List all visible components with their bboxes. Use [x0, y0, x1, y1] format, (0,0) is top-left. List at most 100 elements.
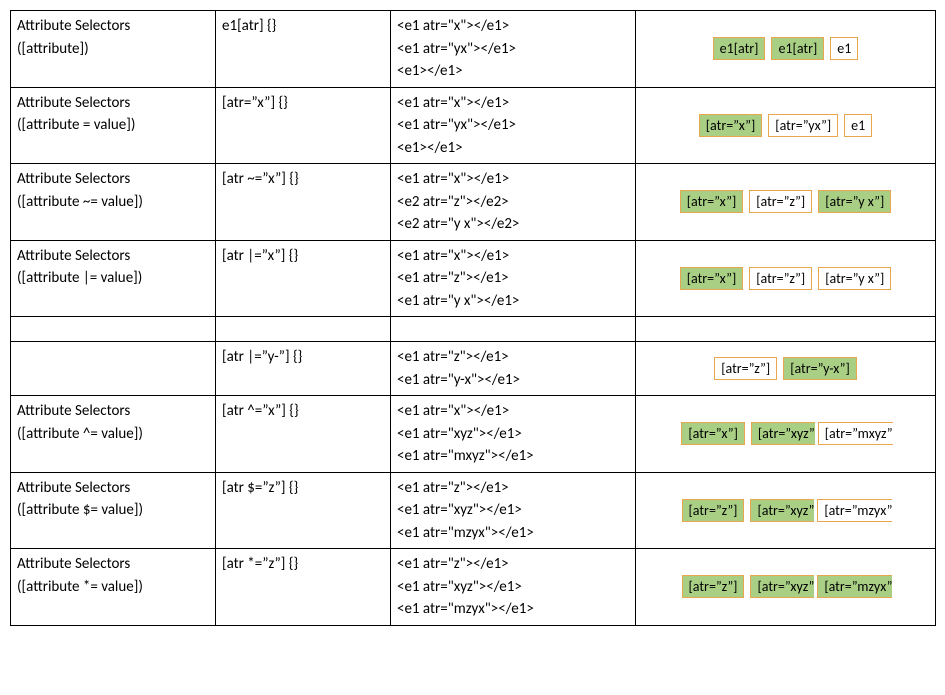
- result-cell: [atr=”x”][atr=”z”] [atr=”y x”]: [636, 164, 936, 241]
- selector-name-line2: ([attribute ^= value]): [17, 423, 209, 446]
- result-chip-match: [atr=”y x”]: [818, 190, 891, 213]
- selector-syntax: [atr |=”x”] {}: [222, 245, 384, 268]
- selector-syntax: [atr *=”z”] {}: [222, 553, 384, 576]
- selector-syntax-cell: [atr |=”x”] {}: [216, 240, 391, 317]
- html-line: <e1 atr="yx"></e1>: [397, 114, 629, 137]
- result-chip-match: [atr=”x”]: [681, 422, 745, 445]
- html-line: <e1 atr="xyz"></e1>: [397, 576, 629, 599]
- spacer-row: [11, 317, 936, 342]
- html-line: <e1 atr="y x"></e1>: [397, 290, 629, 313]
- html-line: <e1 atr="y-x"></e1>: [397, 369, 629, 392]
- result-chip-match: [atr=”xyz”: [750, 499, 814, 522]
- html-line: <e1 atr="z"></e1>: [397, 477, 629, 500]
- result-chip-nomatch: e1: [844, 114, 872, 137]
- result-chip-nomatch: [atr=”mzyx”: [817, 499, 892, 522]
- selector-syntax-cell: [atr $=”z”] {}: [216, 472, 391, 549]
- table-row: Attribute Selectors([attribute |= value]…: [11, 240, 936, 317]
- result-chip-nomatch: [atr=”z”]: [749, 267, 812, 290]
- selectors-table: Attribute Selectors([attribute]) e1[atr] …: [10, 10, 936, 626]
- selector-syntax-cell: [atr *=”z”] {}: [216, 549, 391, 626]
- html-line: <e1 atr="z"></e1>: [397, 267, 629, 290]
- result-cell: [atr=”x”][atr=”z”][atr=”y x”]: [636, 240, 936, 317]
- html-example-cell: <e1 atr="z"></e1><e1 atr="xyz"></e1><e1 …: [391, 472, 636, 549]
- html-line: <e1 atr="xyz"></e1>: [397, 499, 629, 522]
- selector-syntax: [atr |=”y-”] {}: [222, 346, 384, 369]
- result-chip-nomatch: [atr=”mxyz”: [818, 422, 893, 445]
- html-line: <e1 atr="x"></e1>: [397, 168, 629, 191]
- result-chip-match: [atr=”x”]: [699, 114, 763, 137]
- html-line: <e1 atr="x"></e1>: [397, 245, 629, 268]
- selector-name-line2: ([attribute |= value]): [17, 267, 209, 290]
- table-row: Attribute Selectors([attribute *= value]…: [11, 549, 936, 626]
- table-row: Attribute Selectors([attribute ^= value]…: [11, 396, 936, 473]
- selector-syntax-cell: [atr |=”y-”] {}: [216, 342, 391, 396]
- html-example-cell: <e1 atr="x"></e1><e2 atr="z"></e2><e2 at…: [391, 164, 636, 241]
- table-row: Attribute Selectors([attribute ~= value]…: [11, 164, 936, 241]
- table-row: [atr |=”y-”] {} <e1 atr="z"></e1><e1 atr=…: [11, 342, 936, 396]
- result-cell: [atr=”z”][atr=”xyz”[atr=”mzyx”: [636, 472, 936, 549]
- selector-name-line1: Attribute Selectors: [17, 15, 209, 38]
- html-line: <e1 atr="mzyx"></e1>: [397, 598, 629, 621]
- selector-name-cell: Attribute Selectors([attribute $= value]…: [11, 472, 216, 549]
- selector-syntax-cell: [atr ^=”x”] {}: [216, 396, 391, 473]
- result-chip-match: [atr=”y-x”]: [783, 357, 857, 380]
- result-chip-match: [atr=”xyz”: [750, 575, 814, 598]
- table-row: Attribute Selectors([attribute = value])…: [11, 87, 936, 164]
- table-row: Attribute Selectors([attribute]) e1[atr] …: [11, 11, 936, 88]
- html-example-cell: <e1 atr="z"></e1><e1 atr="y-x"></e1>: [391, 342, 636, 396]
- result-chip-match: e1[atr]: [771, 37, 824, 60]
- selector-name-line2: ([attribute = value]): [17, 114, 209, 137]
- result-cell: [atr=”x”][atr=”yx”] e1: [636, 87, 936, 164]
- result-cell: [atr=”x”] [atr=”xyz”[atr=”mxyz”: [636, 396, 936, 473]
- selector-name-line1: Attribute Selectors: [17, 92, 209, 115]
- html-example-cell: <e1 atr="x"></e1><e1 atr="yx"></e1><e1><…: [391, 87, 636, 164]
- table-row: Attribute Selectors([attribute $= value]…: [11, 472, 936, 549]
- selector-name-line1: Attribute Selectors: [17, 168, 209, 191]
- selector-name-line2: ([attribute $= value]): [17, 499, 209, 522]
- result-chip-match: [atr=”xyz”: [751, 422, 815, 445]
- html-line: <e1 atr="x"></e1>: [397, 92, 629, 115]
- result-chip-nomatch: [atr=”yx”]: [768, 114, 838, 137]
- html-line: <e1 atr="yx"></e1>: [397, 38, 629, 61]
- result-chip-nomatch: e1: [830, 37, 858, 60]
- html-line: <e1></e1>: [397, 60, 629, 83]
- selector-name-line1: Attribute Selectors: [17, 400, 209, 423]
- selector-name-line2: ([attribute *= value]): [17, 576, 209, 599]
- html-line: <e1 atr="z"></e1>: [397, 553, 629, 576]
- selector-syntax: [atr=”x”] {}: [222, 92, 384, 115]
- selector-syntax: [atr ^=”x”] {}: [222, 400, 384, 423]
- result-chip-match: [atr=”mzyx”: [817, 575, 892, 598]
- selector-name-line1: Attribute Selectors: [17, 477, 209, 500]
- result-chip-match: [atr=”x”]: [680, 190, 744, 213]
- selector-name-cell: Attribute Selectors([attribute = value]): [11, 87, 216, 164]
- selector-name-cell: Attribute Selectors([attribute ~= value]…: [11, 164, 216, 241]
- selector-syntax-cell: [atr ~=”x”] {}: [216, 164, 391, 241]
- html-line: <e1></e1>: [397, 137, 629, 160]
- html-line: <e1 atr="z"></e1>: [397, 346, 629, 369]
- selector-name-cell: Attribute Selectors([attribute ^= value]…: [11, 396, 216, 473]
- selector-name-line2: ([attribute ~= value]): [17, 191, 209, 214]
- html-example-cell: <e1 atr="x"></e1><e1 atr="z"></e1><e1 at…: [391, 240, 636, 317]
- html-line: <e1 atr="xyz"></e1>: [397, 423, 629, 446]
- selector-syntax: e1[atr] {}: [222, 15, 384, 38]
- selector-name-cell: [11, 342, 216, 396]
- result-chip-match: e1[atr]: [713, 37, 766, 60]
- result-cell: e1[atr]e1[atr] e1: [636, 11, 936, 88]
- selector-syntax: [atr $=”z”] {}: [222, 477, 384, 500]
- html-line: <e1 atr="mzyx"></e1>: [397, 522, 629, 545]
- html-example-cell: <e1 atr="x"></e1><e1 atr="xyz"></e1><e1 …: [391, 396, 636, 473]
- html-example-cell: <e1 atr="x"></e1><e1 atr="yx"></e1><e1><…: [391, 11, 636, 88]
- result-chip-match: [atr=”z”]: [682, 575, 745, 598]
- result-chip-nomatch: [atr=”z”]: [714, 357, 777, 380]
- result-cell: [atr=”z”][atr=”xyz”[atr=”mzyx”: [636, 549, 936, 626]
- selector-name-line1: Attribute Selectors: [17, 245, 209, 268]
- html-line: <e1 atr="x"></e1>: [397, 400, 629, 423]
- html-line: <e2 atr="y x"></e2>: [397, 213, 629, 236]
- selector-name-cell: Attribute Selectors([attribute]): [11, 11, 216, 88]
- result-chip-nomatch: [atr=”z”]: [749, 190, 812, 213]
- selector-name-line1: Attribute Selectors: [17, 553, 209, 576]
- result-chip-nomatch: [atr=”y x”]: [818, 267, 891, 290]
- html-line: <e1 atr="x"></e1>: [397, 15, 629, 38]
- selector-syntax-cell: e1[atr] {}: [216, 11, 391, 88]
- result-chip-match: [atr=”z”]: [682, 499, 745, 522]
